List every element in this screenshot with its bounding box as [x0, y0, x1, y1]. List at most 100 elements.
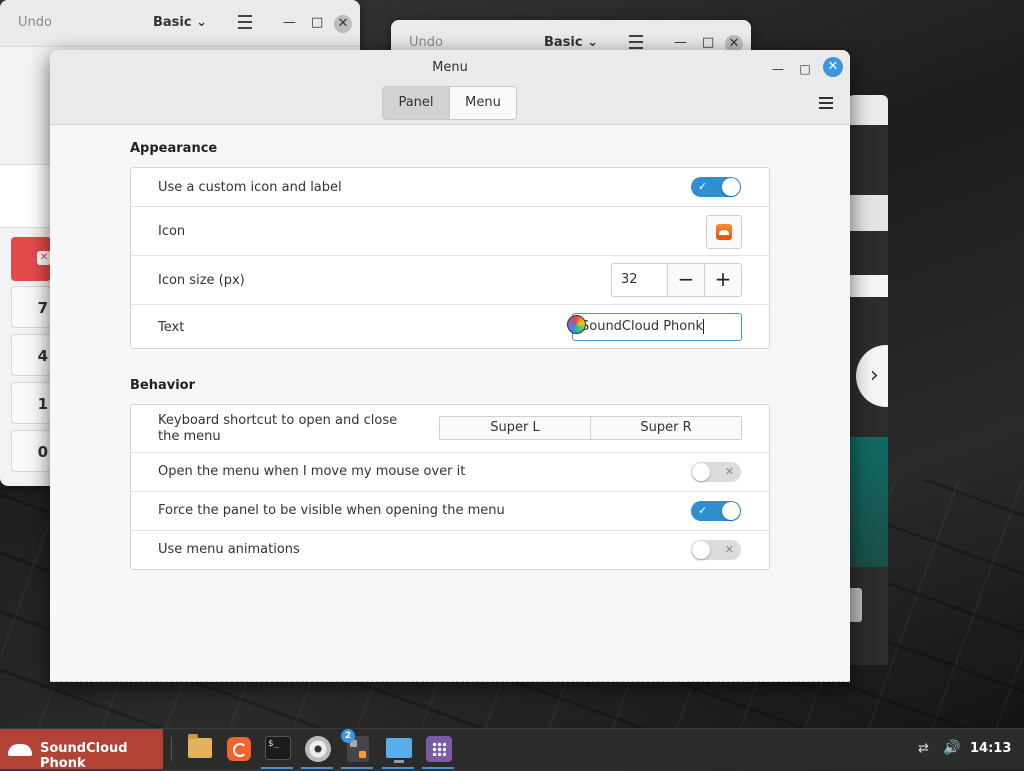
check-icon: ✓ — [698, 180, 708, 193]
close-icon[interactable]: ✕ — [823, 57, 843, 77]
maximize-icon[interactable]: □ — [796, 60, 814, 78]
running-indicator — [341, 767, 373, 769]
background-window-right[interactable]: › — [848, 95, 888, 665]
text-input[interactable]: SoundCloud Phonk — [567, 313, 742, 341]
animations-toggle[interactable]: ✕ — [691, 540, 741, 560]
disc-icon — [305, 736, 331, 762]
tab-menu[interactable]: Menu — [450, 87, 516, 119]
dialog-title: Menu — [432, 60, 468, 75]
display-launcher[interactable] — [382, 732, 414, 769]
text-row: Text SoundCloud Phonk — [131, 305, 769, 349]
window-count-badge: 2 — [341, 729, 355, 743]
appearance-card: Use a custom icon and label ✓ Icon Icon … — [130, 167, 770, 349]
next-arrow-button[interactable]: › — [856, 345, 888, 407]
terminal-launcher[interactable]: $_ — [261, 732, 293, 769]
appearance-heading: Appearance — [130, 141, 218, 156]
decrease-button[interactable]: − — [668, 264, 705, 296]
force-panel-row: Force the panel to be visible when openi… — [131, 492, 769, 531]
calculator-header: Undo Basic ⌄ — □ ✕ — [0, 0, 360, 47]
busy-cursor-icon — [567, 315, 586, 334]
check-icon: ✓ — [698, 504, 708, 517]
firefox-launcher[interactable] — [222, 732, 254, 766]
files-launcher[interactable] — [183, 732, 215, 766]
mode-selector-2[interactable]: Basic ⌄ — [544, 35, 598, 50]
icon-picker-button[interactable] — [706, 215, 742, 249]
maximize-icon[interactable]: □ — [311, 15, 323, 30]
calc-key-1[interactable]: 1 — [11, 382, 51, 424]
clock[interactable]: 14:13 — [970, 741, 1011, 756]
firefox-icon — [227, 737, 251, 761]
x-icon: ✕ — [724, 543, 734, 556]
shortcut-super-l-button[interactable]: Super L — [440, 417, 591, 439]
tab-panel[interactable]: Panel — [383, 87, 450, 119]
calc-key-4[interactable]: 4 — [11, 334, 51, 376]
hover-open-toggle[interactable]: ✕ — [691, 462, 741, 482]
force-panel-label: Force the panel to be visible when openi… — [158, 503, 505, 518]
volume-icon[interactable]: 🔊 — [943, 740, 960, 756]
custom-icon-row: Use a custom icon and label ✓ — [131, 168, 769, 207]
calc-key-0[interactable]: 0 — [11, 430, 51, 472]
custom-icon-toggle[interactable]: ✓ — [691, 177, 741, 197]
text-input-value: SoundCloud Phonk — [581, 319, 705, 334]
taskbar-menu-button[interactable]: SoundCloud Phonk — [0, 729, 163, 771]
running-indicator — [422, 767, 454, 769]
icon-size-value[interactable]: 32 — [612, 264, 668, 296]
tab-switcher: Panel Menu — [382, 86, 517, 120]
toggle-knob — [692, 541, 710, 559]
shortcut-super-r-button[interactable]: Super R — [591, 417, 741, 439]
mode-selector[interactable]: Basic ⌄ — [153, 15, 207, 30]
toggle-knob — [722, 502, 740, 520]
icon-label: Icon — [158, 224, 186, 239]
icon-size-stepper: 32 − + — [611, 263, 742, 297]
taskbar: SoundCloud Phonk $_ 2 ⇄ 🔊 14:13 — [0, 728, 1024, 771]
right-window-bar — [848, 275, 888, 297]
behavior-card: Keyboard shortcut to open and close the … — [130, 404, 770, 570]
minimize-icon-2[interactable]: — — [674, 35, 687, 50]
menu-button-label: SoundCloud Phonk — [40, 741, 128, 771]
icon-size-label: Icon size (px) — [158, 273, 245, 288]
text-label: Text — [158, 320, 185, 335]
shortcut-row: Keyboard shortcut to open and close the … — [131, 405, 769, 453]
undo-button-2[interactable]: Undo — [409, 35, 443, 50]
x-icon: ✕ — [724, 465, 734, 478]
monitor-icon — [386, 738, 412, 763]
terminal-icon: $_ — [265, 736, 291, 760]
app-grid-launcher[interactable] — [422, 732, 454, 769]
soundcloud-icon — [716, 224, 732, 240]
shortcut-label: Keyboard shortcut to open and close the … — [158, 413, 398, 444]
icon-row: Icon — [131, 207, 769, 256]
right-window-banner — [848, 437, 888, 567]
shortcut-buttons: Super L Super R — [439, 416, 742, 440]
undo-button[interactable]: Undo — [18, 15, 52, 30]
calculator-launcher[interactable]: 2 — [341, 729, 373, 769]
calc-key-7[interactable]: 7 — [11, 286, 51, 328]
soundcloud-icon — [6, 738, 34, 760]
right-window-header — [848, 95, 888, 125]
animations-label: Use menu animations — [158, 542, 300, 557]
toggle-knob — [722, 178, 740, 196]
disc-launcher[interactable] — [301, 732, 333, 769]
minimize-icon[interactable]: — — [769, 60, 787, 78]
right-window-strip — [848, 195, 888, 231]
hamburger-menu-icon-2[interactable] — [629, 35, 643, 49]
dialog-bottom-edge — [50, 681, 850, 682]
hamburger-menu-icon[interactable] — [819, 97, 833, 109]
folder-icon — [188, 734, 212, 758]
minimize-icon[interactable]: — — [283, 15, 296, 30]
running-indicator — [382, 767, 414, 769]
app-grid-icon — [426, 736, 452, 762]
force-panel-toggle[interactable]: ✓ — [691, 501, 741, 521]
backspace-button[interactable]: ✕ — [11, 237, 51, 281]
hover-open-label: Open the menu when I move my mouse over … — [158, 464, 466, 479]
animations-row: Use menu animations ✕ — [131, 531, 769, 569]
running-indicator — [261, 767, 293, 769]
custom-icon-label: Use a custom icon and label — [158, 180, 342, 195]
close-icon[interactable]: ✕ — [334, 15, 352, 33]
network-icon[interactable]: ⇄ — [918, 741, 929, 756]
maximize-icon-2[interactable]: □ — [702, 35, 714, 50]
backspace-icon: ✕ — [37, 251, 51, 265]
increase-button[interactable]: + — [705, 264, 741, 296]
menu-settings-dialog: Menu — □ ✕ Panel Menu Appearance Use a c… — [50, 50, 850, 682]
right-window-button[interactable] — [848, 588, 862, 622]
hamburger-menu-icon[interactable] — [238, 15, 252, 29]
